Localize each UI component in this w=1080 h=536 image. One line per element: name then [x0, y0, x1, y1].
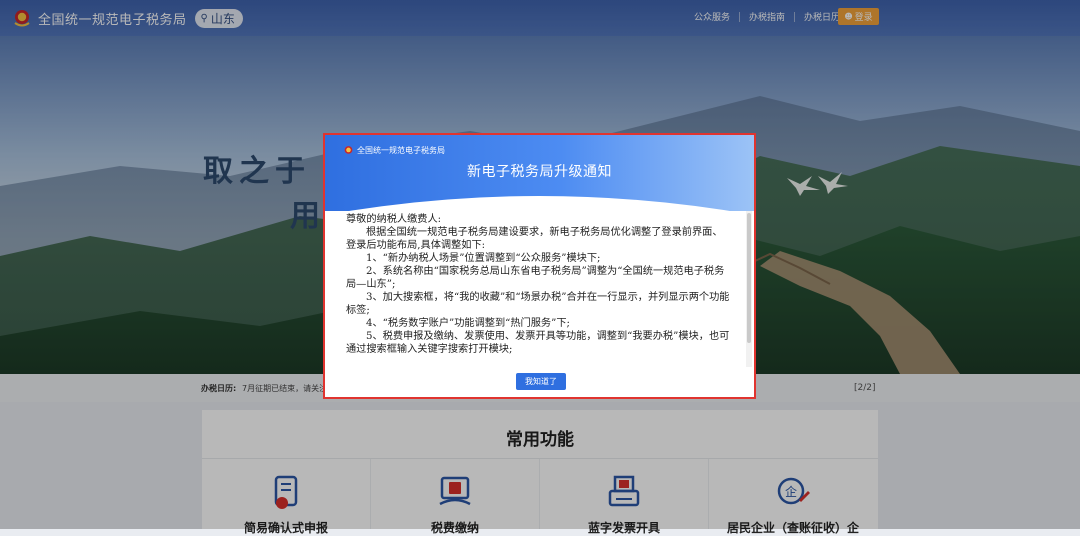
modal-item: 1、“新办纳税人场景”位置调整到“公众服务”模块下;	[366, 253, 601, 264]
modal-item: 4、“税务数字账户”功能调整到“热门服务”下;	[366, 318, 570, 329]
modal-header-curve	[325, 196, 754, 215]
modal-brand-text: 全国统一规范电子税务局	[357, 146, 445, 155]
tax-emblem-icon	[344, 146, 353, 154]
modal-title: 新电子税务局升级通知	[467, 164, 612, 180]
upgrade-notice-modal: 全国统一规范电子税务局 新电子税务局升级通知 尊敬的纳税人缴费人: 根据全国统一…	[323, 133, 756, 399]
modal-item: 2、系统名称由“国家税务总局山东省电子税务局”调整为“全国统一规范电子税务局—山…	[346, 266, 725, 290]
modal-greeting: 尊敬的纳税人缴费人:	[346, 214, 442, 225]
modal-intro: 根据全国统一规范电子税务局建设要求，新电子税务局优化调整了登录前界面、登录后功能…	[346, 227, 723, 251]
modal-item: 3、加大搜索框，将“我的收藏”和“场景办税”合并在一行显示，并列显示两个功能标签…	[346, 292, 730, 316]
modal-brand: 全国统一规范电子税务局	[343, 145, 445, 156]
modal-body: 尊敬的纳税人缴费人: 根据全国统一规范电子税务局建设要求，新电子税务局优化调整了…	[346, 213, 731, 365]
modal-item: 5、税费申报及缴纳、发票使用、发票开具等功能，调整到“我要办税”模块，也可通过搜…	[346, 331, 730, 355]
got-it-button[interactable]: 我知道了	[516, 373, 566, 390]
modal-scrollbar-thumb[interactable]	[747, 213, 751, 343]
